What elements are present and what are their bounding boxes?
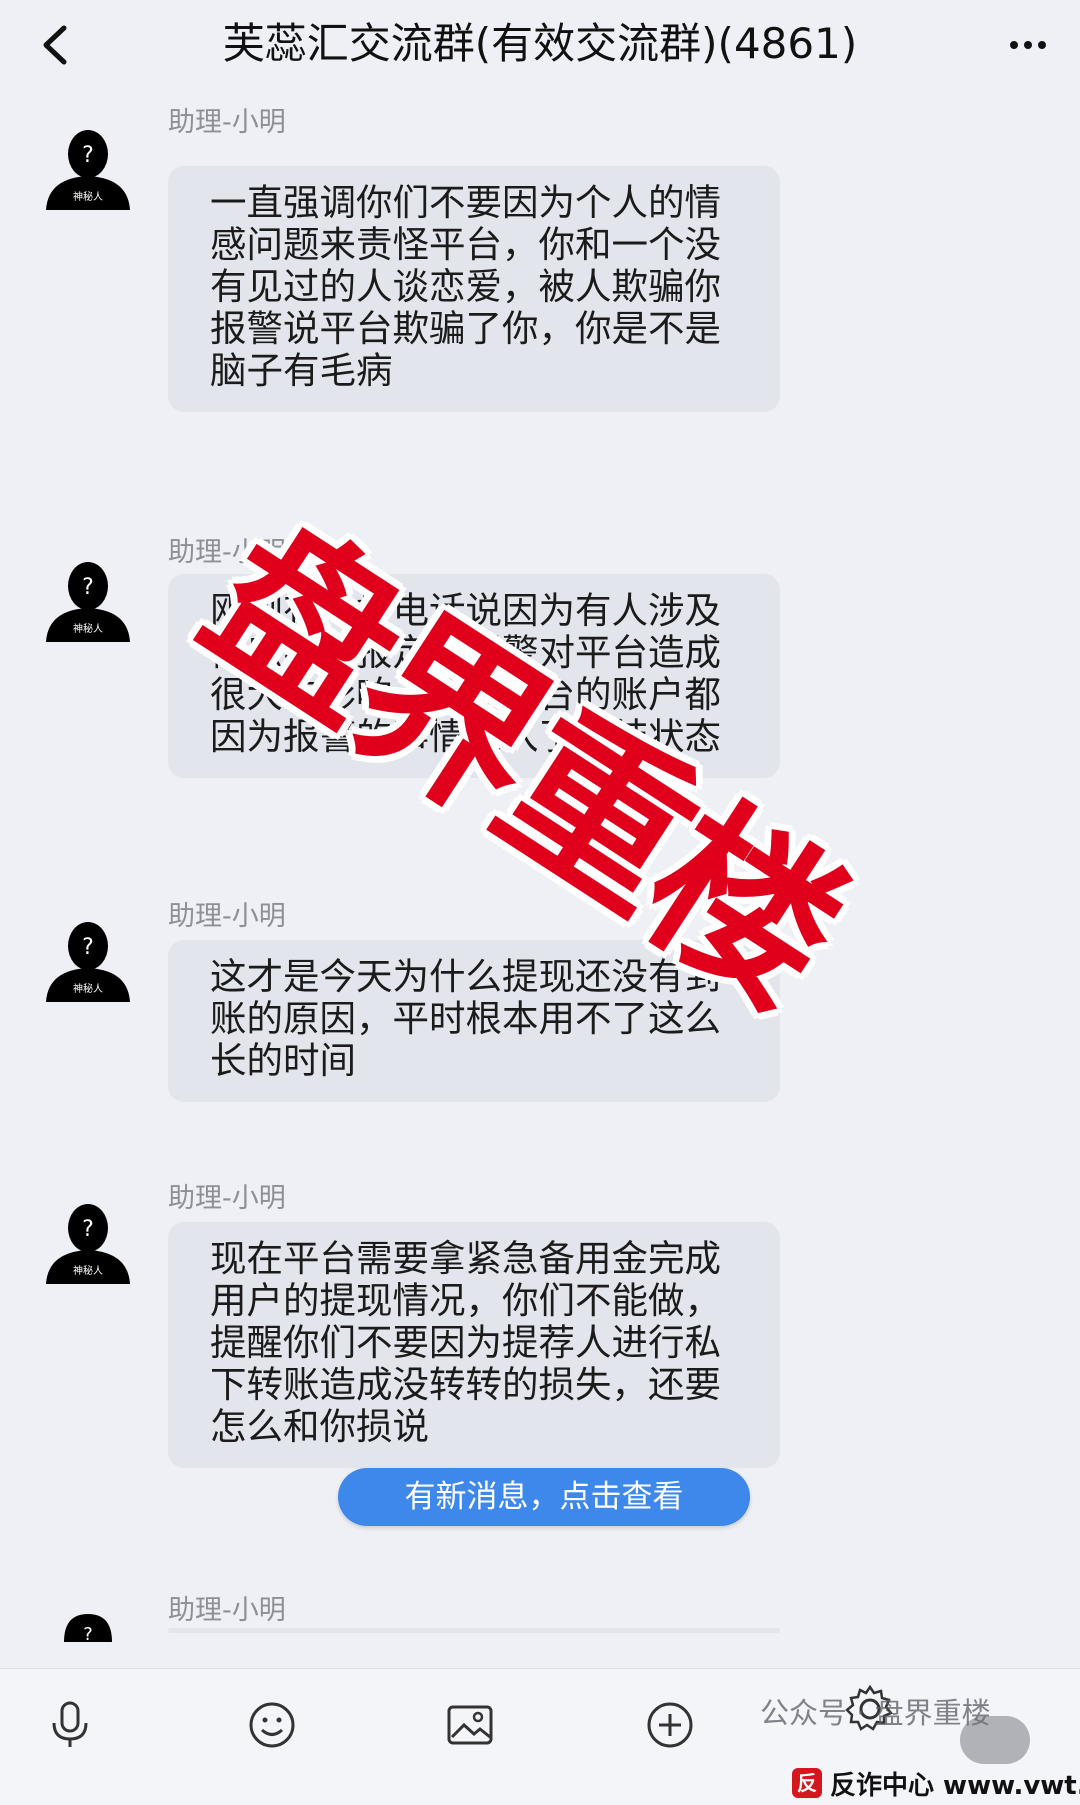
watermark-text: 公众号 · 盘界重楼 — [760, 1696, 991, 1730]
chat-title: 芙蕊汇交流群(有效交流群)(4861) — [222, 19, 858, 68]
message-bubble[interactable]: 刚刚有人打电话说因为有人涉及情感纠纷报定，报警对平台造成很大的影响，现在平台的账… — [168, 574, 780, 778]
sender-name: 助理-小明 — [168, 901, 286, 932]
svg-text:?: ? — [82, 575, 94, 600]
message-bubble[interactable]: 一直强调你们不要因为个人的情感问题来责怪平台，你和一个没有见过的人谈恋爱，被人欺… — [168, 166, 780, 412]
message-bubble[interactable] — [168, 1628, 780, 1633]
emoji-icon[interactable] — [246, 1699, 298, 1751]
avatar-mystery-icon[interactable]: ? — [58, 1612, 118, 1642]
footer-label: 反诈中心 www.vwt.cc — [830, 1770, 1080, 1801]
sender-name: 助理-小明 — [168, 1595, 286, 1626]
new-message-button[interactable]: 有新消息，点击查看 — [338, 1468, 750, 1526]
plus-icon[interactable] — [644, 1699, 696, 1751]
chevron-left-icon — [43, 25, 67, 65]
svg-text:神秘人: 神秘人 — [73, 1264, 103, 1277]
avatar-mystery-icon[interactable]: ? 神秘人 — [38, 910, 138, 1010]
svg-text:?: ? — [82, 143, 94, 168]
watermark-badge — [960, 1716, 1030, 1764]
sender-name: 助理-小明 — [168, 107, 286, 138]
message-bubble[interactable]: 这才是今天为什么提现还没有到账的原因，平时根本用不了这么长的时间 — [168, 940, 780, 1102]
chat-header: 芙蕊汇交流群(有效交流群)(4861) — [0, 0, 1080, 90]
avatar-mystery-icon[interactable]: ? 神秘人 — [38, 118, 138, 218]
message-bubble[interactable]: 现在平台需要拿紧急备用金完成用户的提现情况，你们不能做，提醒你们不要因为提荐人进… — [168, 1222, 780, 1468]
more-dots-icon — [1010, 41, 1018, 49]
avatar-mystery-icon[interactable]: ? 神秘人 — [38, 1192, 138, 1292]
footer-brand: 反 反诈中心 www.vwt.cc — [792, 1764, 1080, 1802]
sender-name: 助理-小明 — [168, 1183, 286, 1214]
microphone-icon[interactable] — [44, 1699, 96, 1751]
svg-text:?: ? — [82, 1217, 94, 1242]
svg-text:?: ? — [82, 935, 94, 960]
svg-text:神秘人: 神秘人 — [73, 622, 103, 635]
sender-name: 助理-小明 — [168, 537, 286, 568]
svg-text:神秘人: 神秘人 — [73, 190, 103, 203]
more-button[interactable] — [998, 22, 1058, 68]
svg-text:?: ? — [83, 1624, 93, 1642]
avatar-mystery-icon[interactable]: ? 神秘人 — [38, 550, 138, 650]
svg-text:神秘人: 神秘人 — [73, 982, 103, 995]
image-icon[interactable] — [444, 1699, 496, 1751]
anti-fraud-logo-icon: 反 — [792, 1768, 822, 1798]
back-button[interactable] — [28, 18, 82, 72]
